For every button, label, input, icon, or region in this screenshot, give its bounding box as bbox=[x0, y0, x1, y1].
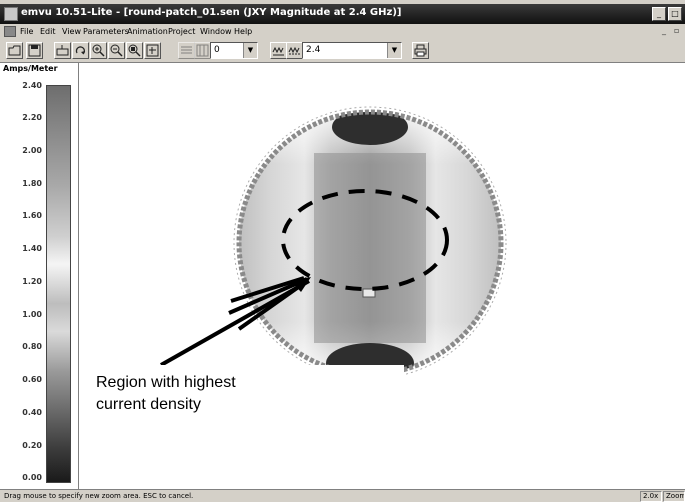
annotation-text: Region with highest current density bbox=[96, 372, 396, 416]
mdi-restore-button[interactable]: ▫ bbox=[674, 26, 679, 35]
window-title: emvu 10.51-Lite - [round-patch_01.sen (J… bbox=[21, 7, 402, 18]
animation-button[interactable] bbox=[178, 42, 195, 59]
menu-window[interactable]: Window bbox=[200, 27, 232, 36]
minimize-button[interactable]: _ bbox=[652, 7, 666, 21]
waveform-button[interactable] bbox=[270, 42, 287, 59]
legend-tick: 1.80 bbox=[22, 179, 42, 188]
spectrum-button[interactable] bbox=[286, 42, 303, 59]
grid-button[interactable] bbox=[194, 42, 211, 59]
print-icon bbox=[414, 44, 427, 57]
legend-tick: 0.00 bbox=[22, 473, 42, 482]
zoom-fit-icon bbox=[128, 44, 141, 57]
menu-parameters[interactable]: Parameters bbox=[83, 27, 129, 36]
grid-icon bbox=[196, 44, 209, 57]
animation-icon bbox=[181, 46, 192, 54]
save-button[interactable] bbox=[26, 42, 43, 59]
legend-tick: 2.40 bbox=[22, 81, 42, 90]
mode-indicator: Zoom bbox=[663, 491, 685, 502]
legend-tick: 0.60 bbox=[22, 375, 42, 384]
save-icon bbox=[28, 44, 41, 57]
menu-file[interactable]: File bbox=[20, 27, 33, 36]
open-button[interactable] bbox=[6, 42, 23, 59]
open-icon bbox=[8, 45, 21, 56]
rotate-icon bbox=[75, 46, 86, 55]
color-legend: Amps/Meter 2.40 2.20 2.00 1.80 1.60 1.40… bbox=[0, 63, 79, 489]
sensor-button[interactable] bbox=[54, 42, 71, 59]
toolbar: 0 ▼ 2.4 ▼ bbox=[0, 40, 685, 63]
chevron-down-icon[interactable]: ▼ bbox=[243, 43, 257, 58]
menu-bar: File Edit View Parameters Animation Proj… bbox=[0, 24, 685, 40]
patch-disk bbox=[239, 112, 501, 374]
maximize-button[interactable]: □ bbox=[668, 7, 682, 21]
frequency-value: 2.4 bbox=[306, 45, 321, 55]
mdi-minimize-button[interactable]: _ bbox=[662, 26, 666, 35]
fit-window-icon bbox=[146, 44, 159, 57]
legend-color-bar bbox=[46, 85, 71, 483]
chevron-down-icon[interactable]: ▼ bbox=[387, 43, 401, 58]
app-icon bbox=[4, 7, 18, 21]
legend-tick: 0.40 bbox=[22, 408, 42, 417]
spectrum-icon bbox=[288, 46, 300, 55]
legend-tick: 2.20 bbox=[22, 113, 42, 122]
sensor-icon bbox=[56, 45, 69, 56]
index-select[interactable]: 0 ▼ bbox=[210, 42, 258, 59]
rotate-button[interactable] bbox=[72, 42, 89, 59]
legend-tick: 1.40 bbox=[22, 244, 42, 253]
menu-edit[interactable]: Edit bbox=[40, 27, 56, 36]
zoom-out-button[interactable] bbox=[108, 42, 125, 59]
print-button[interactable] bbox=[412, 42, 429, 59]
menu-help[interactable]: Help bbox=[234, 27, 252, 36]
legend-tick: 1.20 bbox=[22, 277, 42, 286]
menu-view[interactable]: View bbox=[62, 27, 81, 36]
title-bar: emvu 10.51-Lite - [round-patch_01.sen (J… bbox=[0, 4, 685, 24]
zoom-in-icon bbox=[92, 44, 105, 57]
zoom-in-button[interactable] bbox=[90, 42, 107, 59]
status-message: Drag mouse to specify new zoom area. ESC… bbox=[4, 492, 194, 500]
waveform-icon bbox=[272, 46, 284, 56]
legend-tick: 1.00 bbox=[22, 310, 42, 319]
legend-tick: 0.20 bbox=[22, 441, 42, 450]
application-window: emvu 10.51-Lite - [round-patch_01.sen (J… bbox=[0, 0, 685, 502]
status-bar: Drag mouse to specify new zoom area. ESC… bbox=[0, 489, 685, 502]
fit-window-button[interactable] bbox=[144, 42, 161, 59]
legend-unit-label: Amps/Meter bbox=[3, 64, 58, 73]
annotation-line-2: current density bbox=[96, 396, 201, 413]
frequency-select[interactable]: 2.4 ▼ bbox=[302, 42, 402, 59]
document-icon[interactable] bbox=[4, 26, 16, 37]
zoom-out-icon bbox=[110, 44, 123, 57]
legend-tick: 0.80 bbox=[22, 342, 42, 351]
annotation-line-1: Region with highest bbox=[96, 374, 236, 391]
menu-project[interactable]: Project bbox=[168, 27, 195, 36]
menu-animation[interactable]: Animation bbox=[127, 27, 168, 36]
zoom-level: 2.0x bbox=[640, 491, 662, 502]
legend-tick: 1.60 bbox=[22, 211, 42, 220]
legend-tick: 2.00 bbox=[22, 146, 42, 155]
index-value: 0 bbox=[214, 45, 220, 55]
zoom-fit-button[interactable] bbox=[126, 42, 143, 59]
